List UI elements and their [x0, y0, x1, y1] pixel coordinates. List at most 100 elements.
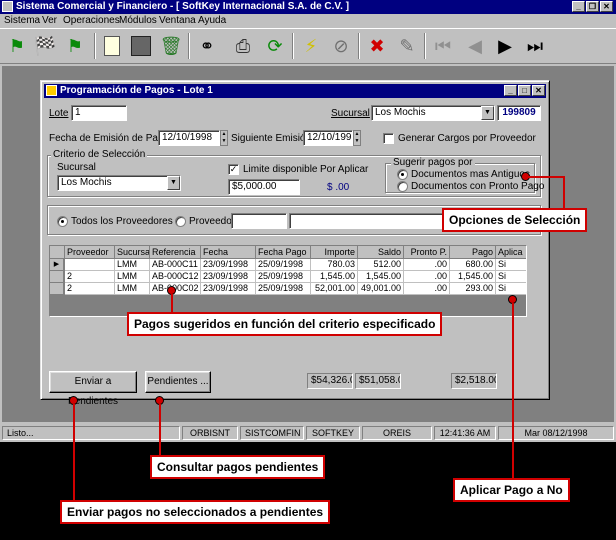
total-saldo: $51,058.00 — [355, 373, 401, 389]
table-cell[interactable]: 1,545.00 — [311, 271, 358, 283]
todos-proveedores-radio[interactable] — [57, 216, 68, 227]
edit-form-icon[interactable]: ✎ — [394, 33, 420, 59]
table-cell[interactable]: 23/09/1998 — [201, 259, 256, 271]
table-cell[interactable]: 1,545.00 — [450, 271, 496, 283]
criterio-legend: Criterio de Selección — [51, 149, 148, 160]
table-cell[interactable]: 2 — [65, 283, 115, 295]
fecha-emision-input[interactable]: 12/10/1998 — [158, 130, 220, 146]
callout-line — [528, 176, 564, 178]
menu-ayuda[interactable]: Ayuda — [198, 14, 226, 28]
table-cell[interactable]: .00 — [404, 283, 450, 295]
menu-ventana[interactable]: Ventana — [159, 14, 196, 28]
trash-icon[interactable]: 🗑 — [158, 33, 184, 59]
flag-multi-icon[interactable]: ⚑ — [62, 33, 88, 59]
limite-input[interactable]: $5,000.00 — [228, 179, 300, 195]
col-header-sucursal[interactable]: Sucursal — [115, 246, 150, 259]
table-cell[interactable]: Si — [496, 283, 526, 295]
col-header-proveedor[interactable]: Proveedor — [65, 246, 115, 259]
fecha-emision-spinner[interactable]: ▲ ▼ — [220, 130, 228, 146]
menu-ver[interactable]: Ver — [42, 14, 57, 28]
table-cell[interactable]: 1,545.00 — [358, 271, 404, 283]
table-cell[interactable]: 52,001.00 — [311, 283, 358, 295]
table-cell[interactable]: LMM — [115, 271, 150, 283]
binoculars-icon[interactable]: ⚭ — [194, 33, 220, 59]
por-aplicar-label: Por Aplicar — [320, 164, 369, 175]
col-header-importe[interactable]: Importe — [311, 246, 358, 259]
table-cell[interactable]: .00 — [404, 259, 450, 271]
lote-input[interactable]: 1 — [71, 105, 127, 121]
save-disk-icon[interactable] — [128, 33, 154, 59]
menu-operaciones[interactable]: Operaciones — [63, 14, 120, 28]
table-cell[interactable]: 25/09/1998 — [256, 259, 311, 271]
refresh-icon[interactable]: ⟳ — [262, 33, 288, 59]
limite-checkbox[interactable]: ✓ — [228, 164, 239, 175]
table-cell[interactable]: LMM — [115, 259, 150, 271]
row-indicator — [50, 271, 64, 283]
table-cell[interactable]: 23/09/1998 — [201, 283, 256, 295]
col-header-aplica[interactable]: Aplica — [496, 246, 526, 259]
antiguos-radio[interactable] — [397, 169, 408, 180]
siguiente-emision-input[interactable]: 12/10/1998 — [303, 130, 353, 146]
pronto-pago-label: Documentos con Pronto Pago — [411, 181, 545, 192]
table-cell[interactable]: 23/09/1998 — [201, 271, 256, 283]
criterio-sucursal-dropdown[interactable]: Los Mochis ▼ — [57, 175, 181, 191]
chevron-down-icon[interactable]: ▼ — [167, 176, 180, 190]
criterio-sucursal-value: Los Mochis — [61, 177, 112, 188]
first-record-icon[interactable]: ⏮ — [430, 33, 456, 59]
previous-record-icon[interactable]: ◀ — [462, 33, 488, 59]
siguiente-emision-spinner[interactable]: ▲ ▼ — [353, 130, 361, 146]
menu-sistema[interactable]: Sistema — [4, 14, 40, 28]
table-cell[interactable]: AB-000C12 — [150, 271, 201, 283]
checkered-flag-icon[interactable]: 🏁 — [32, 33, 58, 59]
table-cell[interactable]: Si — [496, 271, 526, 283]
pronto-pago-radio[interactable] — [397, 181, 408, 192]
table-cell[interactable]: 293.00 — [450, 283, 496, 295]
close-form-icon[interactable]: ✖ — [364, 33, 390, 59]
col-header-pronto-pago[interactable]: Pronto P. — [404, 246, 450, 259]
toolbar-separator — [358, 33, 360, 59]
status-user: OREIS — [362, 426, 432, 440]
pendientes-button[interactable]: Pendientes ... — [145, 371, 211, 393]
minimize-button[interactable]: _ — [572, 1, 585, 12]
restore-button[interactable]: ❐ — [586, 1, 599, 12]
close-button[interactable]: ✕ — [600, 1, 613, 12]
chevron-down-icon[interactable]: ▼ — [481, 106, 494, 120]
table-cell[interactable]: 512.00 — [358, 259, 404, 271]
window-close-button[interactable]: ✕ — [532, 85, 545, 96]
enviar-pendientes-button[interactable]: Enviar a Pendientes — [49, 371, 137, 407]
generar-cargos-checkbox[interactable] — [383, 133, 394, 144]
window-minimize-button[interactable]: _ — [504, 85, 517, 96]
col-header-fecha-pago[interactable]: Fecha Pago — [256, 246, 311, 259]
table-cell[interactable]: LMM — [115, 283, 150, 295]
proveedor-radio[interactable] — [175, 216, 186, 227]
next-record-icon[interactable]: ▶ — [492, 33, 518, 59]
col-header-saldo[interactable]: Saldo — [358, 246, 404, 259]
pagos-grid[interactable]: Proveedor Sucursal Referencia Fecha Fech… — [49, 245, 527, 317]
window-maximize-button[interactable]: □ — [518, 85, 531, 96]
new-document-icon[interactable] — [99, 33, 125, 59]
table-cell[interactable]: 25/09/1998 — [256, 271, 311, 283]
status-bar: Listo... ORBISNT SISTCOMFIN SOFTKEY OREI… — [0, 424, 616, 442]
table-cell[interactable]: 780.03 — [311, 259, 358, 271]
sucursal-dropdown[interactable]: Los Mochis ▼ — [371, 105, 495, 121]
printer-icon[interactable]: ⎙ — [230, 33, 256, 59]
table-cell[interactable]: 2 — [65, 271, 115, 283]
col-header-referencia[interactable]: Referencia — [150, 246, 201, 259]
window-title: Programación de Pagos - Lote 1 — [60, 85, 213, 96]
table-cell[interactable]: 49,001.00 — [358, 283, 404, 295]
col-header-pago[interactable]: Pago — [450, 246, 496, 259]
proveedor-code-input[interactable] — [231, 213, 287, 229]
table-cell[interactable]: .00 — [404, 271, 450, 283]
table-cell[interactable]: 25/09/1998 — [256, 283, 311, 295]
table-cell[interactable]: Si — [496, 259, 526, 271]
col-header-fecha[interactable]: Fecha — [201, 246, 256, 259]
table-cell[interactable]: AB-000C11 — [150, 259, 201, 271]
table-cell[interactable] — [65, 259, 115, 271]
last-record-icon[interactable]: ⏭ — [522, 33, 548, 59]
lightning-icon[interactable]: ⚡ — [298, 33, 324, 59]
sugerir-legend: Sugerir pagos por — [391, 157, 475, 168]
menu-modulos[interactable]: Módulos — [119, 14, 157, 28]
table-cell[interactable]: 680.00 — [450, 259, 496, 271]
flag-green-icon[interactable]: ⚑ — [4, 33, 30, 59]
no-entry-icon[interactable]: ⊘ — [328, 33, 354, 59]
